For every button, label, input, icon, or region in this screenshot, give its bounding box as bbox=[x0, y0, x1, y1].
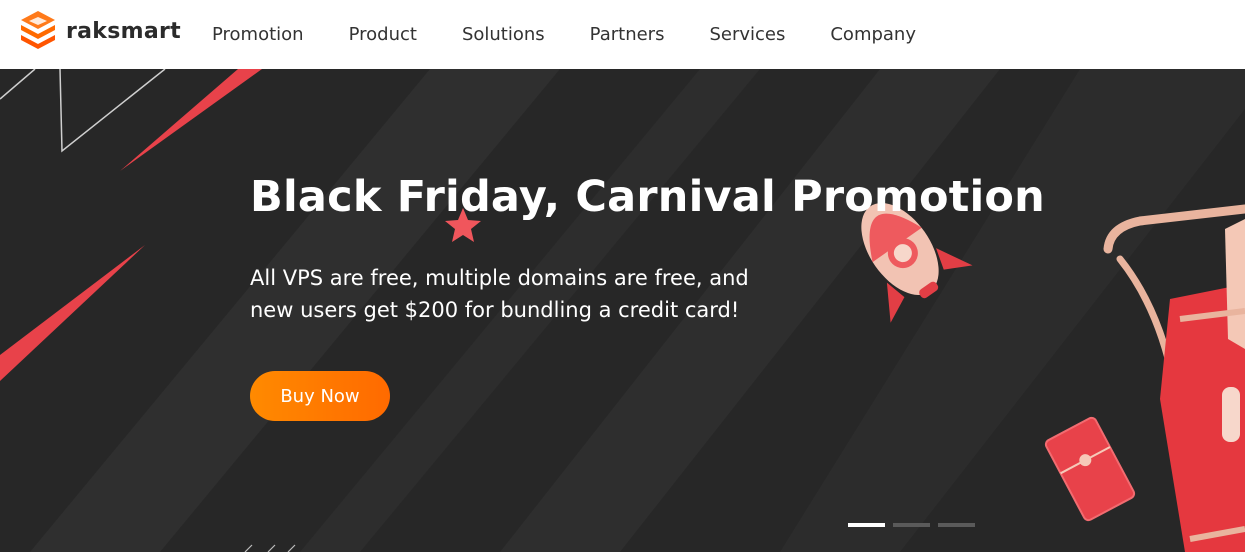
raksmart-logo-icon bbox=[21, 11, 55, 49]
carousel-dot-3[interactable] bbox=[938, 523, 975, 527]
hero-subtitle: All VPS are free, multiple domains are f… bbox=[250, 262, 770, 326]
carousel-dot-1[interactable] bbox=[848, 523, 885, 527]
nav-item-company[interactable]: Company bbox=[830, 24, 916, 45]
hero-subtitle-line-1: All VPS are free, multiple domains are f… bbox=[250, 266, 749, 290]
red-envelope-illustration bbox=[1044, 416, 1136, 522]
brand-name: raksmart bbox=[66, 18, 181, 44]
nav-item-promotion[interactable]: Promotion bbox=[212, 24, 304, 45]
buy-now-button[interactable]: Buy Now bbox=[250, 371, 390, 421]
red-slash-left bbox=[0, 245, 145, 381]
red-slash-top bbox=[120, 69, 262, 171]
nav-item-product[interactable]: Product bbox=[349, 24, 417, 45]
nav-item-partners[interactable]: Partners bbox=[590, 24, 665, 45]
hero-banner: Black Friday, Carnival Promotion All VPS… bbox=[0, 69, 1245, 552]
hero-subtitle-line-2: new users get $200 for bundling a credit… bbox=[250, 298, 740, 322]
hero-title: Black Friday, Carnival Promotion bbox=[250, 172, 1045, 222]
nav-item-solutions[interactable]: Solutions bbox=[462, 24, 545, 45]
nav-item-services[interactable]: Services bbox=[709, 24, 785, 45]
carousel-dot-2[interactable] bbox=[893, 523, 930, 527]
main-nav: Promotion Product Solutions Partners Ser… bbox=[212, 0, 961, 69]
top-navbar: raksmart Promotion Product Solutions Par… bbox=[0, 0, 1245, 69]
brand-logo[interactable]: raksmart bbox=[17, 9, 181, 53]
carousel-pagination bbox=[848, 523, 983, 527]
